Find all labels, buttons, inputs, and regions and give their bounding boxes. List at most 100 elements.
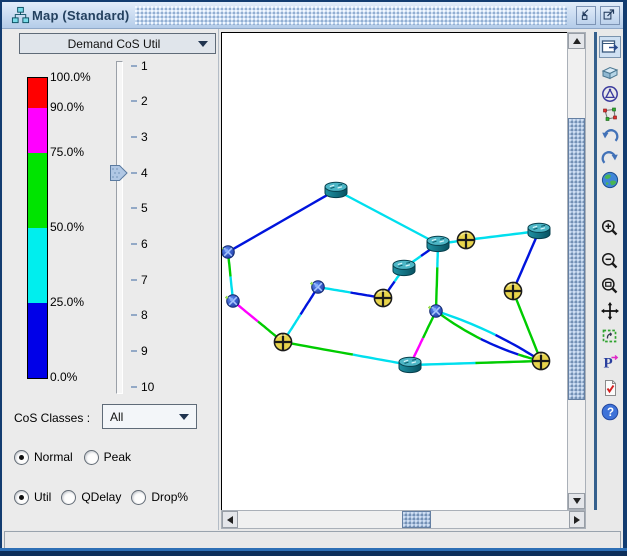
depth-slider-track[interactable] bbox=[116, 61, 123, 394]
metric-radio-group: Util QDelay Drop% bbox=[14, 489, 188, 505]
map-link-s4-y5[interactable] bbox=[480, 337, 519, 356]
map-link-s1-r1[interactable] bbox=[227, 188, 337, 254]
select-area-icon[interactable] bbox=[599, 325, 621, 347]
titlebar-texture bbox=[135, 6, 567, 25]
map-node-r1-router[interactable] bbox=[324, 181, 348, 199]
map-node-s1-switch[interactable] bbox=[220, 245, 235, 259]
zoom-box-icon[interactable] bbox=[599, 275, 621, 297]
legend-label: 100.0% bbox=[50, 70, 91, 84]
metric-radio-qdelay[interactable] bbox=[61, 489, 77, 505]
map-link-r5-y5[interactable] bbox=[475, 359, 542, 365]
slider-tick-label: 5 bbox=[141, 201, 148, 216]
slider-tick-label: 4 bbox=[141, 165, 148, 180]
sitemap-icon bbox=[11, 6, 30, 30]
globe-icon[interactable] bbox=[599, 169, 621, 191]
legend-label: 50.0% bbox=[50, 220, 85, 234]
radio-label: Util bbox=[34, 490, 52, 504]
legend-segment bbox=[28, 108, 47, 153]
pan-icon[interactable] bbox=[599, 300, 621, 322]
vertical-scroll-thumb[interactable] bbox=[568, 118, 585, 400]
map-link-r4-y3[interactable] bbox=[511, 230, 541, 292]
chevron-down-icon bbox=[198, 40, 208, 47]
slider-tick bbox=[131, 171, 137, 174]
slider-tick-label: 6 bbox=[141, 237, 148, 251]
map-link-y4-r5[interactable] bbox=[282, 340, 354, 356]
map-node-r3-router[interactable] bbox=[392, 259, 416, 277]
map-vertical-scrollbar[interactable] bbox=[567, 32, 586, 510]
display-mode-value: Demand CoS Util bbox=[67, 36, 161, 51]
radio-label: QDelay bbox=[81, 490, 122, 504]
map-node-r4-router[interactable] bbox=[527, 222, 551, 240]
paths-icon[interactable]: P bbox=[599, 351, 621, 373]
slider-tick bbox=[131, 350, 137, 353]
panel-toggle-icon[interactable] bbox=[599, 36, 621, 58]
load-radio-normal[interactable] bbox=[14, 449, 29, 465]
scroll-left-icon[interactable] bbox=[222, 511, 238, 528]
slider-tick bbox=[131, 207, 137, 210]
display-mode-combo[interactable]: Demand CoS Util bbox=[19, 33, 216, 54]
legend-segment bbox=[28, 303, 47, 378]
legend-label: 90.0% bbox=[50, 100, 85, 114]
metric-radio-util[interactable] bbox=[14, 489, 29, 505]
window-border bbox=[0, 551, 627, 556]
slider-tick bbox=[131, 385, 137, 388]
undo-icon[interactable] bbox=[599, 126, 621, 148]
map-node-s3-switch[interactable] bbox=[310, 280, 325, 294]
map-link-r1-r2[interactable] bbox=[335, 188, 439, 246]
topology-map-canvas[interactable] bbox=[220, 32, 568, 511]
map-toolbar: P? bbox=[598, 32, 623, 510]
map-node-s2-switch[interactable] bbox=[225, 294, 240, 308]
cos-classes-label: CoS Classes : bbox=[14, 411, 91, 425]
utilization-legend-bar bbox=[27, 77, 48, 379]
load-radio-peak[interactable] bbox=[83, 449, 99, 465]
horizontal-scroll-thumb[interactable] bbox=[402, 511, 431, 528]
topology-layout-icon[interactable] bbox=[599, 104, 621, 126]
map-node-y2-site[interactable] bbox=[373, 288, 393, 308]
depth-slider-thumb[interactable] bbox=[110, 164, 128, 186]
map-node-s4-switch[interactable] bbox=[428, 304, 443, 318]
help-icon[interactable]: ? bbox=[599, 401, 621, 423]
slider-tick bbox=[131, 278, 137, 281]
printer-icon[interactable] bbox=[599, 61, 621, 83]
report-check-icon[interactable] bbox=[599, 377, 621, 399]
legend-label: 0.0% bbox=[50, 370, 78, 384]
slider-tick bbox=[131, 100, 137, 103]
slider-tick bbox=[131, 314, 137, 317]
slider-tick-label: 7 bbox=[141, 272, 148, 287]
map-node-r2-router[interactable] bbox=[426, 235, 450, 253]
zoom-in-icon[interactable] bbox=[599, 217, 621, 239]
restore-icon[interactable] bbox=[576, 6, 596, 25]
map-horizontal-scrollbar[interactable] bbox=[221, 510, 586, 529]
svg-text:P: P bbox=[604, 356, 613, 372]
map-node-y5-site[interactable] bbox=[531, 351, 551, 371]
slider-tick-label: 2 bbox=[141, 94, 148, 109]
window-border bbox=[623, 0, 627, 556]
map-node-y4-site[interactable] bbox=[273, 332, 293, 352]
redo-icon[interactable] bbox=[599, 148, 621, 170]
chevron-down-icon bbox=[179, 413, 189, 420]
map-node-y1-site[interactable] bbox=[456, 230, 476, 250]
scroll-down-icon[interactable] bbox=[568, 493, 585, 509]
triangle-circle-icon[interactable] bbox=[599, 83, 621, 105]
slider-tick bbox=[131, 243, 137, 245]
legend-label: 75.0% bbox=[50, 145, 85, 159]
slider-tick-label: 9 bbox=[141, 344, 148, 359]
legend-segment bbox=[28, 228, 47, 303]
slider-tick-label: 3 bbox=[141, 129, 148, 144]
cos-classes-combo[interactable]: All bbox=[102, 404, 197, 429]
toolbar-separator bbox=[594, 32, 597, 510]
metric-radio-drop[interactable] bbox=[131, 489, 147, 505]
scroll-right-icon[interactable] bbox=[569, 511, 585, 528]
legend-segment bbox=[28, 78, 47, 108]
slider-tick-label: 10 bbox=[141, 379, 155, 394]
map-node-y3-site[interactable] bbox=[503, 281, 523, 301]
scroll-up-icon[interactable] bbox=[568, 33, 585, 49]
map-link-y3-y5[interactable] bbox=[511, 290, 543, 362]
zoom-out-icon[interactable] bbox=[599, 250, 621, 272]
slider-tick-label: 1 bbox=[141, 58, 148, 73]
status-bar bbox=[4, 531, 621, 549]
titlebar[interactable]: Map (Standard) bbox=[2, 2, 623, 29]
radio-label: Normal bbox=[34, 450, 73, 464]
maximize-icon[interactable] bbox=[600, 6, 620, 25]
map-node-r5-router[interactable] bbox=[398, 356, 422, 374]
